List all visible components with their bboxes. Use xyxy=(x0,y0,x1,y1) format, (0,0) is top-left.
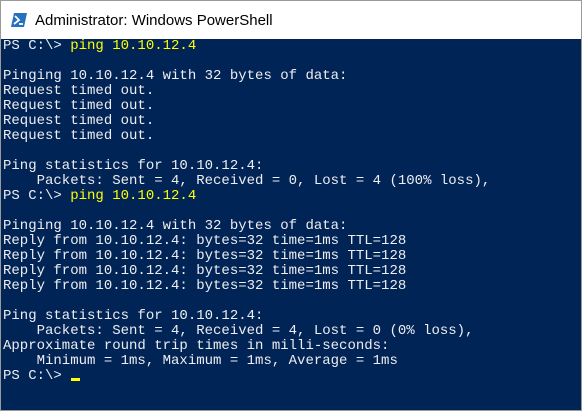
output-text: Pinging 10.10.12.4 with 32 bytes of data… xyxy=(3,68,348,84)
output-line: Request timed out. xyxy=(3,129,581,144)
output-text: Reply from 10.10.12.4: bytes=32 time=1ms… xyxy=(3,233,407,249)
output-text: Reply from 10.10.12.4: bytes=32 time=1ms… xyxy=(3,248,407,264)
prompt-line: PS C:\> ping 10.10.12.4 xyxy=(3,39,581,54)
output-text: Packets: Sent = 4, Received = 4, Lost = … xyxy=(3,323,474,339)
output-line: Packets: Sent = 4, Received = 0, Lost = … xyxy=(3,174,581,189)
prompt-text: PS C:\> xyxy=(3,188,71,204)
window-title: Administrator: Windows PowerShell xyxy=(35,11,273,29)
output-text: Ping statistics for 10.10.12.4: xyxy=(3,158,264,174)
output-line: Request timed out. xyxy=(3,99,581,114)
output-text: Request timed out. xyxy=(3,83,155,99)
output-text: Request timed out. xyxy=(3,128,155,144)
powershell-icon xyxy=(11,13,27,27)
output-line: Ping statistics for 10.10.12.4: xyxy=(3,159,581,174)
output-text: Request timed out. xyxy=(3,113,155,129)
prompt-text: PS C:\> xyxy=(3,38,71,54)
output-line: Reply from 10.10.12.4: bytes=32 time=1ms… xyxy=(3,234,581,249)
output-text: Minimum = 1ms, Maximum = 1ms, Average = … xyxy=(3,353,398,369)
output-line: Approximate round trip times in milli-se… xyxy=(3,339,581,354)
command-text: ping 10.10.12.4 xyxy=(70,38,197,54)
output-line: Request timed out. xyxy=(3,114,581,129)
text-cursor xyxy=(71,378,81,381)
output-line: Pinging 10.10.12.4 with 32 bytes of data… xyxy=(3,219,581,234)
output-line: Reply from 10.10.12.4: bytes=32 time=1ms… xyxy=(3,249,581,264)
output-line: Packets: Sent = 4, Received = 4, Lost = … xyxy=(3,324,581,339)
output-text: Reply from 10.10.12.4: bytes=32 time=1ms… xyxy=(3,278,407,294)
output-line: Request timed out. xyxy=(3,84,581,99)
powershell-window: Administrator: Windows PowerShell PS C:\… xyxy=(0,0,582,411)
output-text: Reply from 10.10.12.4: bytes=32 time=1ms… xyxy=(3,263,407,279)
output-text: Request timed out. xyxy=(3,98,155,114)
output-line: Reply from 10.10.12.4: bytes=32 time=1ms… xyxy=(3,279,581,294)
output-text: Approximate round trip times in milli-se… xyxy=(3,338,390,354)
output-text: Pinging 10.10.12.4 with 32 bytes of data… xyxy=(3,218,348,234)
command-text: ping 10.10.12.4 xyxy=(70,188,197,204)
title-bar[interactable]: Administrator: Windows PowerShell xyxy=(1,1,581,39)
console-output[interactable]: PS C:\> ping 10.10.12.4 Pinging 10.10.12.… xyxy=(1,39,581,410)
output-line: Minimum = 1ms, Maximum = 1ms, Average = … xyxy=(3,354,581,369)
output-line: Reply from 10.10.12.4: bytes=32 time=1ms… xyxy=(3,264,581,279)
prompt-line: PS C:\> xyxy=(3,369,581,384)
output-text: Ping statistics for 10.10.12.4: xyxy=(3,308,264,324)
prompt-text: PS C:\> xyxy=(3,368,71,384)
prompt-line: PS C:\> ping 10.10.12.4 xyxy=(3,189,581,204)
output-text: Packets: Sent = 4, Received = 0, Lost = … xyxy=(3,173,491,189)
output-line: Ping statistics for 10.10.12.4: xyxy=(3,309,581,324)
output-line: Pinging 10.10.12.4 with 32 bytes of data… xyxy=(3,69,581,84)
